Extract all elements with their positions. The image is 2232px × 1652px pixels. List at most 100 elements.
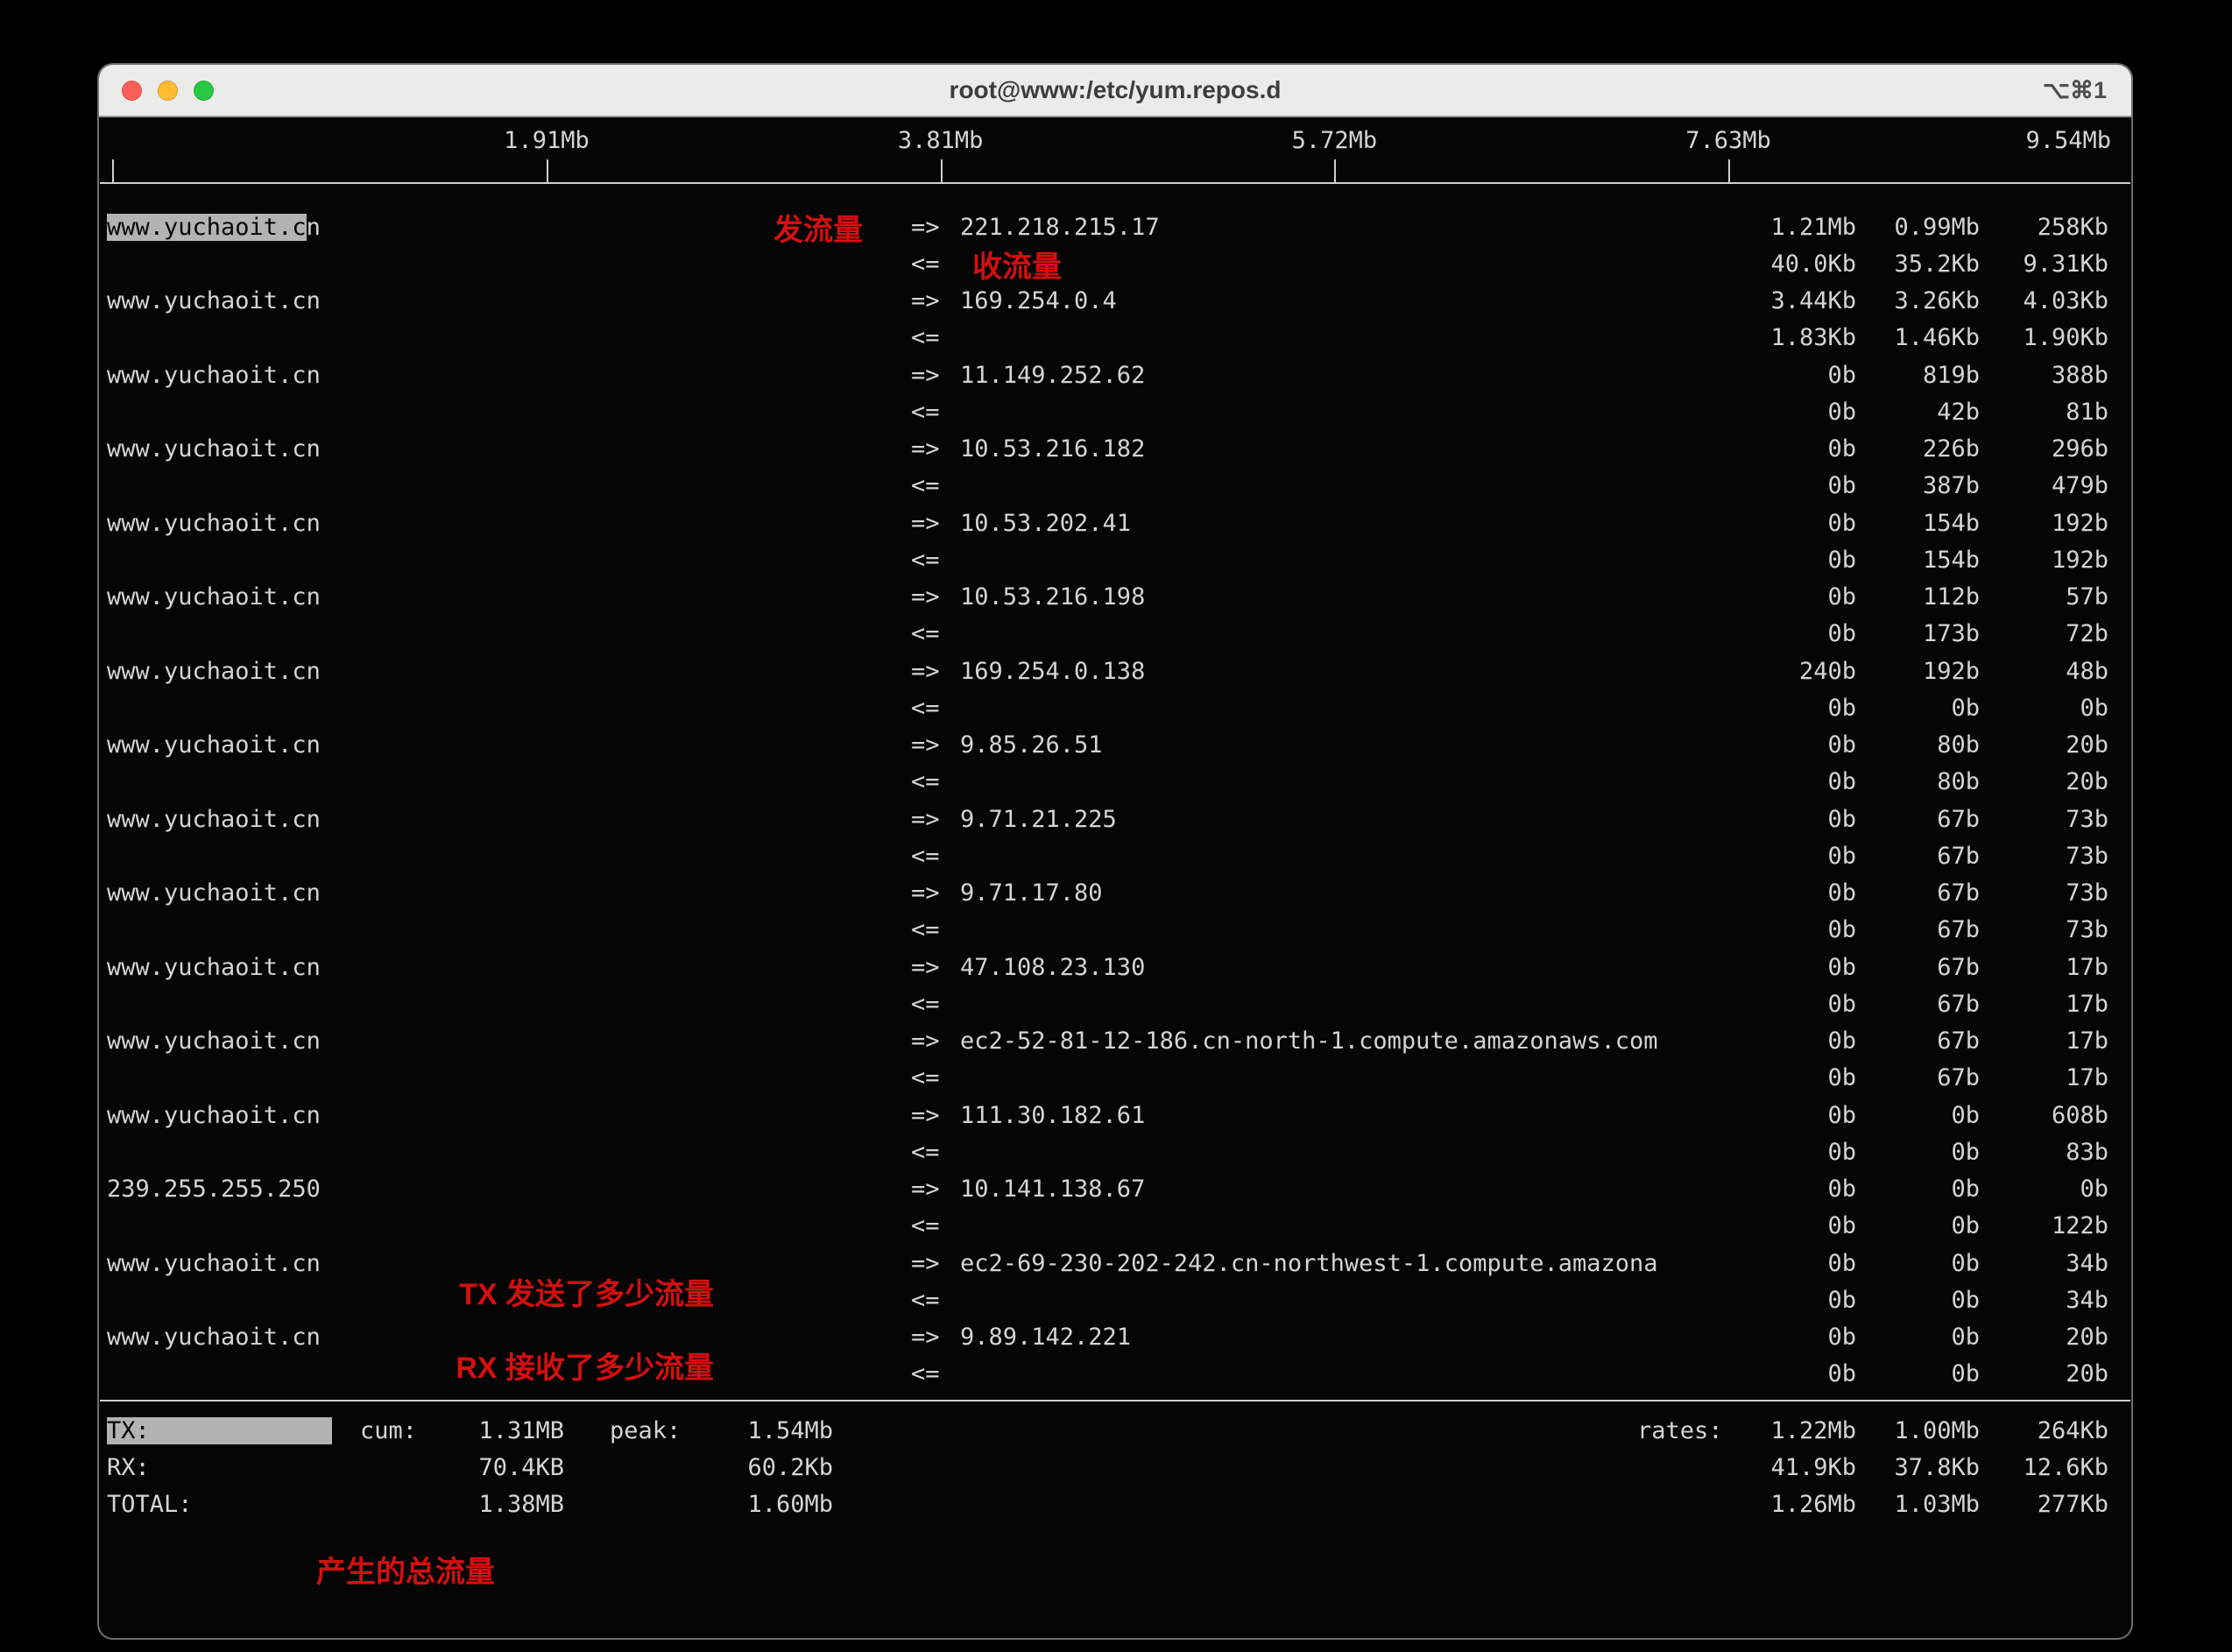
local-host: www.yuchaoit.cn (107, 1027, 321, 1055)
arrow-right-icon: => (911, 1102, 960, 1129)
rx-rates-10s: 37.8Kb (1856, 1454, 1980, 1481)
tx-rate-10s: 0b (1856, 1324, 1980, 1351)
peak-label: peak: (610, 1417, 684, 1444)
rx-rate-10s: 0b (1856, 1212, 1980, 1239)
rx-rate-10s: 0b (1856, 1360, 1980, 1387)
scale-label: 3.81Mb (898, 127, 984, 154)
tx-rate-40s: 17b (1980, 954, 2108, 981)
traffic-lights (122, 65, 214, 116)
connection-tx-line: www.yuchaoit.cn => 169.254.0.4 3.44Kb 3.… (99, 283, 2131, 320)
rx-rate-10s: 0b (1856, 695, 1980, 722)
scale-label: 5.72Mb (1292, 127, 1378, 154)
local-host-cell: www.yuchaoit.cn (107, 731, 911, 759)
footer-summary: TX: cum: 1.31MB peak: 1.54Mb rates: 1.22… (99, 1412, 2131, 1523)
connection-tx-line: www.yuchaoit.cn => 11.149.252.62 0b 819b… (99, 357, 2131, 393)
tx-rates-10s: 1.00Mb (1856, 1417, 1980, 1444)
connection-tx-line: www.yuchaoit.cn => 9.71.21.225 0b 67b 73… (99, 801, 2131, 837)
rx-rate-40s: 17b (1980, 1064, 2108, 1091)
connection-tx-line: www.yuchaoit.cn 发流量 => 221.218.215.17 1.… (99, 208, 2131, 245)
local-host-cell: www.yuchaoit.cn (107, 287, 911, 314)
arrow-right-icon: => (911, 510, 960, 537)
rx-rate-40s: 81b (1980, 399, 2108, 426)
tx-peak: 1.54Mb (684, 1417, 833, 1444)
arrow-right-icon: => (911, 1250, 960, 1277)
local-host: www.yuchaoit.cn (107, 954, 321, 981)
footer-separator (100, 1400, 2130, 1401)
tx-rate-2s: 0b (1725, 1027, 1856, 1055)
tx-rate-40s: 20b (1980, 1324, 2108, 1351)
rx-rate-40s: 479b (1980, 472, 2108, 499)
rx-rate-2s: 0b (1725, 843, 1856, 870)
zoom-button[interactable] (194, 81, 214, 101)
tx-rate-10s: 0b (1856, 1250, 1980, 1277)
tx-rate-10s: 67b (1856, 1027, 1980, 1055)
connection-rx-line: <= 0b 0b 83b (99, 1133, 2131, 1170)
minimize-button[interactable] (158, 81, 178, 101)
scale-tick (547, 159, 548, 182)
remote-host: 11.149.252.62 (960, 362, 1145, 389)
rx-rate-40s: 20b (1980, 768, 2108, 795)
tx-rate-10s: 192b (1856, 658, 1980, 685)
connection-tx-line: www.yuchaoit.cn => ec2-69-230-202-242.cn… (99, 1245, 2131, 1281)
peer-cell: => 9.89.142.221 (911, 1324, 1725, 1351)
rx-rate-40s: 122b (1980, 1212, 2108, 1239)
tx-rate-40s: 73b (1980, 806, 2108, 833)
connection-rows: www.yuchaoit.cn 发流量 => 221.218.215.17 1.… (99, 208, 2131, 1393)
connection-rx-line: <= 0b 154b 192b (99, 541, 2131, 578)
rx-rate-2s: 0b (1725, 1287, 1856, 1314)
rx-cum: 70.4KB (426, 1454, 564, 1481)
peer-cell: <= 收流量 (911, 243, 1725, 286)
connection-tx-line: www.yuchaoit.cn => 169.254.0.138 240b 19… (99, 653, 2131, 689)
local-host-cell: www.yuchaoit.cn (107, 658, 911, 685)
tx-rate-40s: 608b (1980, 1102, 2108, 1129)
connection-rx-line: <= 收流量 40.0Kb 35.2Kb 9.31Kb (99, 245, 2131, 282)
rx-rate-40s: 9.31Kb (1980, 251, 2108, 278)
local-host: www.yuchaoit.cn (107, 879, 321, 907)
tx-rate-2s: 0b (1725, 510, 1856, 537)
window-title: root@www:/etc/yum.repos.d (99, 76, 2131, 104)
tx-rate-10s: 819b (1856, 362, 1980, 389)
tx-rate-10s: 3.26Kb (1856, 287, 1980, 314)
local-host-cell: www.yuchaoit.cn (107, 1102, 911, 1129)
peer-cell: => ec2-69-230-202-242.cn-northwest-1.com… (911, 1250, 1725, 1277)
rx-rate-2s: 0b (1725, 472, 1856, 499)
connection-rx-line: <= 0b 67b 73b (99, 912, 2131, 949)
connection-rx-line: <= 0b 42b 81b (99, 393, 2131, 430)
tx-rate-2s: 240b (1725, 658, 1856, 685)
peer-cell: <= (911, 472, 1725, 499)
connection-rx-line: <= 0b 80b 20b (99, 764, 2131, 801)
peer-cell: <= (911, 991, 1725, 1018)
scale-tick (1728, 159, 1730, 182)
connection-rx-line: <= 0b 387b 479b (99, 468, 2131, 505)
terminal-content[interactable]: 1.91Mb 3.81Mb 5.72Mb 7.63Mb 9.54Mb www.y… (99, 117, 2131, 1591)
tx-label-cell: TX: (107, 1417, 360, 1444)
rx-rate-40s: 73b (1980, 843, 2108, 870)
connection-rx-line: <= 0b 0b 122b (99, 1208, 2131, 1245)
rx-rate-2s: 0b (1725, 768, 1856, 795)
peer-cell: <= (911, 1064, 1725, 1091)
scale-tick (1334, 159, 1336, 182)
rx-rates-40s: 12.6Kb (1980, 1454, 2108, 1481)
rx-rate-10s: 35.2Kb (1856, 251, 1980, 278)
close-button[interactable] (122, 81, 142, 101)
total-peak: 1.60Mb (684, 1491, 833, 1518)
scale-label: 1.91Mb (504, 127, 590, 154)
rx-rate-2s: 0b (1725, 620, 1856, 647)
tx-rate-2s: 3.44Kb (1725, 287, 1856, 314)
tx-rate-10s: 0b (1856, 1175, 1980, 1203)
tx-rate-10s: 67b (1856, 806, 1980, 833)
rx-rate-2s: 0b (1725, 991, 1856, 1018)
titlebar[interactable]: root@www:/etc/yum.repos.d ⌥⌘1 (99, 65, 2131, 117)
rx-rate-10s: 173b (1856, 620, 1980, 647)
peer-cell: <= (911, 695, 1725, 722)
arrow-left-icon: <= (911, 1064, 960, 1091)
tx-rate-40s: 258Kb (1980, 214, 2108, 241)
remote-host: ec2-52-81-12-186.cn-north-1.compute.amaz… (960, 1027, 1658, 1055)
peer-cell: <= (911, 768, 1725, 795)
peer-cell: => 11.149.252.62 (911, 362, 1725, 389)
connection-tx-line: www.yuchaoit.cn => ec2-52-81-12-186.cn-n… (99, 1023, 2131, 1060)
connection-tx-line: www.yuchaoit.cn => 9.85.26.51 0b 80b 20b (99, 727, 2131, 764)
peer-cell: => 10.53.216.198 (911, 583, 1725, 611)
arrow-left-icon: <= (911, 1287, 960, 1314)
rx-rate-10s: 80b (1856, 768, 1980, 795)
